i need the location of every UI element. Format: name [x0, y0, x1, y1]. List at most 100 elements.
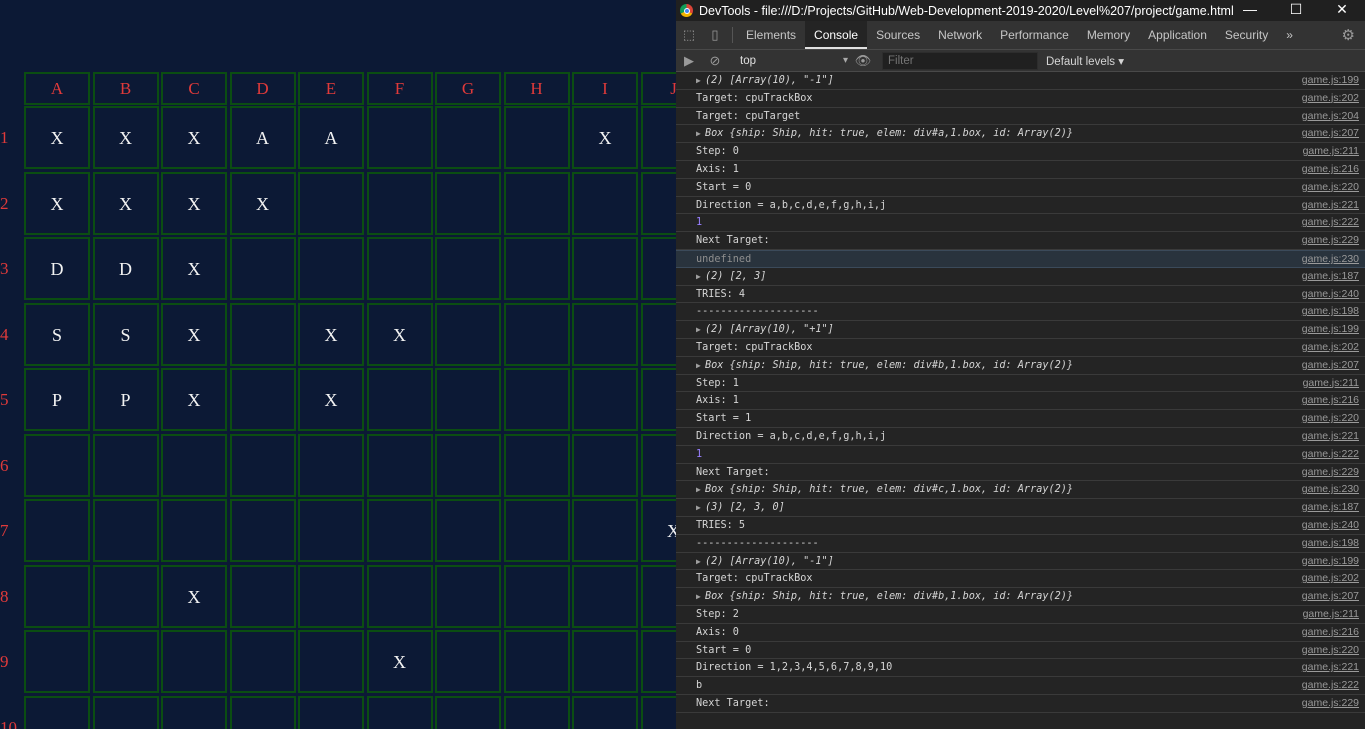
board-cell[interactable] [503, 564, 570, 628]
board-cell[interactable]: X [92, 106, 159, 169]
board-cell[interactable] [572, 302, 638, 366]
clear-console-icon[interactable]: ⊘ [702, 53, 728, 69]
source-link[interactable]: game.js:222 [1302, 677, 1359, 695]
inspect-element-icon[interactable]: ⬚ [676, 27, 702, 43]
board-cell[interactable] [229, 630, 296, 693]
expand-triangle-icon[interactable]: ▶ [696, 72, 705, 90]
source-link[interactable]: game.js:199 [1302, 553, 1359, 571]
board-cell[interactable] [640, 630, 676, 693]
board-cell[interactable] [503, 630, 570, 693]
board-cell[interactable] [298, 237, 364, 300]
board-cell[interactable] [640, 171, 676, 235]
tab-application[interactable]: Application [1139, 21, 1216, 49]
source-link[interactable]: game.js:216 [1302, 392, 1359, 410]
board-cell[interactable] [366, 433, 433, 497]
board-cell[interactable] [161, 695, 227, 729]
board-cell[interactable]: P [24, 368, 90, 431]
board-cell[interactable]: X [161, 237, 227, 300]
source-link[interactable]: game.js:207 [1302, 357, 1359, 375]
tab-elements[interactable]: Elements [737, 21, 805, 49]
board-cell[interactable] [435, 302, 501, 366]
tab-performance[interactable]: Performance [991, 21, 1078, 49]
source-link[interactable]: game.js:221 [1302, 428, 1359, 446]
board-cell[interactable]: X [24, 106, 90, 169]
board-cell[interactable]: S [24, 302, 90, 366]
expand-triangle-icon[interactable]: ▶ [696, 588, 705, 606]
source-link[interactable]: game.js:240 [1302, 286, 1359, 304]
board-cell[interactable] [366, 106, 433, 169]
board-cell[interactable] [435, 499, 501, 562]
board-cell[interactable]: A [298, 106, 364, 169]
board-cell[interactable] [503, 302, 570, 366]
board-cell[interactable] [92, 564, 159, 628]
board-cell[interactable] [435, 433, 501, 497]
board-cell[interactable] [503, 433, 570, 497]
board-cell[interactable] [435, 564, 501, 628]
minimize-button[interactable]: — [1227, 0, 1273, 21]
source-link[interactable]: game.js:199 [1302, 72, 1359, 90]
expand-triangle-icon[interactable]: ▶ [696, 481, 705, 499]
source-link[interactable]: game.js:211 [1303, 143, 1359, 161]
board-cell[interactable] [640, 368, 676, 431]
board-cell[interactable] [572, 368, 638, 431]
board-cell[interactable] [24, 564, 90, 628]
source-link[interactable]: game.js:229 [1302, 464, 1359, 482]
board-cell[interactable] [435, 171, 501, 235]
board-cell[interactable] [229, 302, 296, 366]
expand-triangle-icon[interactable]: ▶ [696, 357, 705, 375]
board-cell[interactable] [572, 564, 638, 628]
source-link[interactable]: game.js:222 [1302, 214, 1359, 232]
board-cell[interactable]: X [161, 171, 227, 235]
source-link[interactable]: game.js:199 [1302, 321, 1359, 339]
source-link[interactable]: game.js:216 [1302, 624, 1359, 642]
source-link[interactable]: game.js:187 [1302, 499, 1359, 517]
board-cell[interactable] [24, 499, 90, 562]
tab-security[interactable]: Security [1216, 21, 1277, 49]
board-cell[interactable] [503, 695, 570, 729]
board-cell[interactable] [640, 433, 676, 497]
board-cell[interactable]: X [229, 171, 296, 235]
board-cell[interactable] [640, 564, 676, 628]
device-toolbar-icon[interactable]: ▯ [702, 27, 728, 43]
board-cell[interactable] [572, 433, 638, 497]
board-cell[interactable] [366, 499, 433, 562]
source-link[interactable]: game.js:222 [1302, 446, 1359, 464]
board-cell[interactable] [435, 237, 501, 300]
source-link[interactable]: game.js:240 [1302, 517, 1359, 535]
source-link[interactable]: game.js:220 [1302, 642, 1359, 660]
board-cell[interactable] [435, 630, 501, 693]
board-cell[interactable] [298, 630, 364, 693]
expand-triangle-icon[interactable]: ▶ [696, 499, 705, 517]
maximize-button[interactable]: ☐ [1273, 0, 1319, 21]
board-cell[interactable] [92, 499, 159, 562]
board-cell[interactable] [24, 695, 90, 729]
board-cell[interactable] [572, 171, 638, 235]
source-link[interactable]: game.js:207 [1302, 125, 1359, 143]
board-cell[interactable] [229, 695, 296, 729]
board-cell[interactable] [161, 499, 227, 562]
source-link[interactable]: game.js:202 [1302, 339, 1359, 357]
source-link[interactable]: game.js:220 [1302, 179, 1359, 197]
expand-triangle-icon[interactable]: ▶ [696, 553, 705, 571]
close-button[interactable]: ✕ [1319, 0, 1365, 21]
board-cell[interactable] [503, 106, 570, 169]
source-link[interactable]: game.js:204 [1302, 108, 1359, 126]
source-link[interactable]: game.js:202 [1302, 90, 1359, 108]
board-cell[interactable]: X [572, 106, 638, 169]
board-cell[interactable] [572, 695, 638, 729]
context-selector[interactable]: top [732, 51, 850, 71]
board-cell[interactable] [435, 106, 501, 169]
board-cell[interactable]: X [161, 564, 227, 628]
board-cell[interactable] [366, 171, 433, 235]
board-cell[interactable] [366, 368, 433, 431]
source-link[interactable]: game.js:220 [1302, 410, 1359, 428]
eye-icon[interactable]: 👁 [850, 53, 876, 69]
board-cell[interactable]: X [298, 368, 364, 431]
board-cell[interactable] [298, 695, 364, 729]
board-cell[interactable] [435, 695, 501, 729]
board-cell[interactable] [503, 171, 570, 235]
tab-console[interactable]: Console [805, 21, 868, 49]
board-cell[interactable] [366, 564, 433, 628]
source-link[interactable]: game.js:211 [1303, 606, 1359, 624]
board-cell[interactable]: X [161, 106, 227, 169]
